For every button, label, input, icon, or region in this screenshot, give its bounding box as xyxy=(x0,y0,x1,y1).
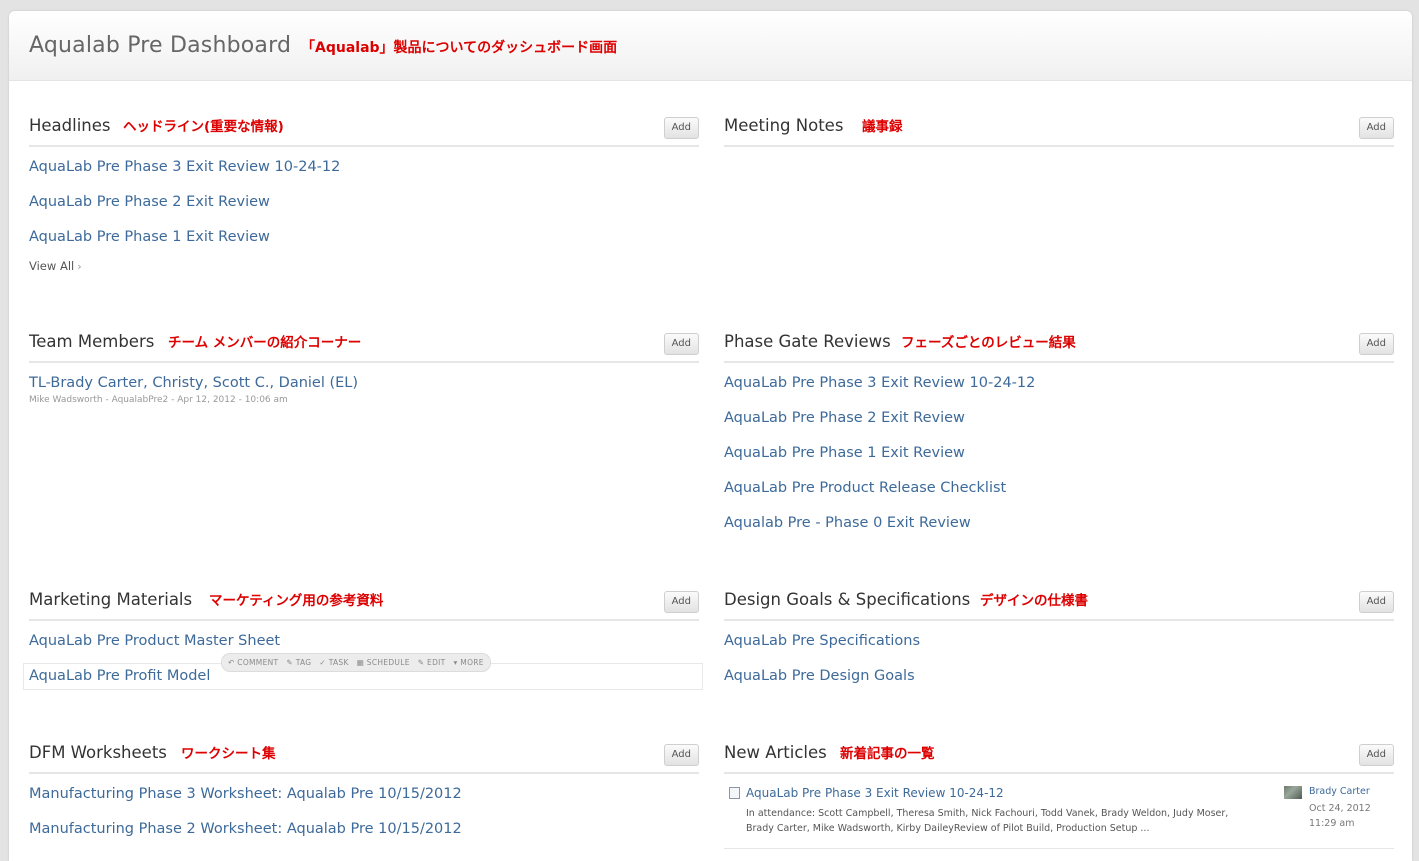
post-meta: Mike Wadsworth - AqualabPre2 - Apr 12, 2… xyxy=(29,395,288,405)
dashboard-card: Aqualab Pre Dashboard 「Aqualab」製品についてのダッ… xyxy=(9,11,1412,861)
panel-header: Marketing Materials マーケティング用の参考資料 Add xyxy=(29,585,699,621)
document-icon xyxy=(729,787,740,799)
panel-header: Team Members チーム メンバーの紹介コーナー Add xyxy=(29,327,699,363)
phase-gate-link[interactable]: Aqualab Pre - Phase 0 Exit Review xyxy=(724,506,1394,541)
panel-title: New Articles xyxy=(724,743,827,762)
marketing-panel: Marketing Materials マーケティング用の参考資料 Add Aq… xyxy=(23,585,703,694)
add-button[interactable]: Add xyxy=(663,744,699,766)
phase-gate-panel: Phase Gate Reviews フェーズごとのレビュー結果 Add Aqu… xyxy=(724,327,1394,541)
panel-annotation: ワークシート集 xyxy=(181,746,276,762)
panel-title: DFM Worksheets xyxy=(29,743,167,762)
task-action[interactable]: ✓ TASK xyxy=(319,645,348,680)
panel-annotation: デザインの仕様書 xyxy=(980,593,1088,609)
team-members-panel: Team Members チーム メンバーの紹介コーナー Add TL-Brad… xyxy=(29,327,699,405)
headline-link[interactable]: AquaLab Pre Phase 1 Exit Review xyxy=(29,220,699,255)
avatar[interactable] xyxy=(1284,786,1302,799)
headline-link[interactable]: AquaLab Pre Phase 2 Exit Review xyxy=(29,185,699,220)
article-author-link[interactable]: Brady Carter xyxy=(1309,786,1370,797)
dfm-link[interactable]: Manufacturing Phase 3 Worksheet: Aqualab… xyxy=(29,777,699,812)
headlines-panel: Headlines ヘッドライン(重要な情報) Add AquaLab Pre … xyxy=(29,111,699,274)
comment-action[interactable]: ↶ COMMENT xyxy=(228,645,278,680)
panel-title: Team Members xyxy=(29,332,155,351)
design-goals-link[interactable]: AquaLab Pre Specifications xyxy=(724,624,1394,659)
meeting-notes-panel: Meeting Notes 議事録 Add xyxy=(724,111,1394,147)
chevron-right-icon: › xyxy=(77,260,82,273)
panel-header: Phase Gate Reviews フェーズごとのレビュー結果 Add xyxy=(724,327,1394,363)
header-annotation: 「Aqualab」製品についてのダッシュボード画面 xyxy=(301,40,618,56)
add-button[interactable]: Add xyxy=(663,117,699,139)
comment-label: COMMENT xyxy=(237,658,279,667)
article-date-day: Oct 24, 2012 xyxy=(1309,803,1371,814)
panel-annotation: フェーズごとのレビュー結果 xyxy=(901,335,1076,351)
add-button[interactable]: Add xyxy=(663,591,699,613)
item-action-bar: ↶ COMMENT ✎ TAG ✓ TASK ▦ SCHEDULE ✎ EDIT… xyxy=(221,653,491,672)
phase-gate-list: AquaLab Pre Phase 3 Exit Review 10-24-12… xyxy=(724,363,1394,541)
schedule-label: SCHEDULE xyxy=(366,658,410,667)
panel-title: Design Goals & Specifications xyxy=(724,590,971,609)
panel-header: Meeting Notes 議事録 Add xyxy=(724,111,1394,147)
dfm-panel: DFM Worksheets ワークシート集 Add Manufacturing… xyxy=(29,738,699,847)
panel-annotation: マーケティング用の参考資料 xyxy=(209,593,384,609)
add-button[interactable]: Add xyxy=(1358,744,1394,766)
phase-gate-link[interactable]: AquaLab Pre Phase 1 Exit Review xyxy=(724,436,1394,471)
panel-header: Design Goals & Specifications デザインの仕様書 A… xyxy=(724,585,1394,621)
panel-title: Marketing Materials xyxy=(29,590,193,609)
panel-title: Meeting Notes xyxy=(724,116,844,135)
task-label: TASK xyxy=(328,658,349,667)
article-date-time: 11:29 am xyxy=(1309,818,1355,829)
article-item: AquaLab Pre Phase 3 Exit Review 10-24-12… xyxy=(724,774,1394,849)
tag-label: TAG xyxy=(295,658,312,667)
dashboard-header: Aqualab Pre Dashboard 「Aqualab」製品についてのダッ… xyxy=(9,11,1412,81)
panel-title: Headlines xyxy=(29,116,111,135)
panel-header: New Articles 新着記事の一覧 Add xyxy=(724,738,1394,774)
new-articles-panel: New Articles 新着記事の一覧 Add AquaLab Pre Pha… xyxy=(724,738,1394,849)
article-date: Oct 24, 2012 11:29 am xyxy=(1309,801,1379,831)
panel-title: Phase Gate Reviews xyxy=(724,332,891,351)
panel-annotation: ヘッドライン(重要な情報) xyxy=(123,119,284,135)
marketing-row-hovered[interactable]: AquaLab Pre Profit Model ↶ COMMENT ✎ TAG… xyxy=(23,653,703,694)
tag-action[interactable]: ✎ TAG xyxy=(286,645,311,680)
add-button[interactable]: Add xyxy=(1358,591,1394,613)
article-title-link[interactable]: AquaLab Pre Phase 3 Exit Review 10-24-12 xyxy=(746,786,1004,800)
page-title: Aqualab Pre Dashboard xyxy=(29,33,292,58)
add-button[interactable]: Add xyxy=(1358,117,1394,139)
marketing-list: AquaLab Pre Product Master Sheet AquaLab… xyxy=(23,621,703,694)
schedule-action[interactable]: ▦ SCHEDULE xyxy=(357,645,410,680)
phase-gate-link[interactable]: AquaLab Pre Phase 3 Exit Review 10-24-12 xyxy=(724,366,1394,401)
edit-label: EDIT xyxy=(427,658,446,667)
view-all-link[interactable]: View All › xyxy=(29,259,82,273)
headlines-list: AquaLab Pre Phase 3 Exit Review 10-24-12… xyxy=(29,147,699,255)
add-button[interactable]: Add xyxy=(1358,333,1394,355)
dfm-list: Manufacturing Phase 3 Worksheet: Aqualab… xyxy=(29,774,699,847)
phase-gate-link[interactable]: AquaLab Pre Product Release Checklist xyxy=(724,471,1394,506)
phase-gate-link[interactable]: AquaLab Pre Phase 2 Exit Review xyxy=(724,401,1394,436)
more-label: MORE xyxy=(460,658,484,667)
edit-action[interactable]: ✎ EDIT xyxy=(418,645,446,680)
panel-annotation: 議事録 xyxy=(862,119,903,135)
article-excerpt: In attendance: Scott Campbell, Theresa S… xyxy=(746,808,1229,834)
panel-annotation: 新着記事の一覧 xyxy=(840,746,935,762)
design-goals-link[interactable]: AquaLab Pre Design Goals xyxy=(724,659,1394,694)
panel-header: Headlines ヘッドライン(重要な情報) Add xyxy=(29,111,699,147)
add-button[interactable]: Add xyxy=(663,333,699,355)
panel-header: DFM Worksheets ワークシート集 Add xyxy=(29,738,699,774)
design-goals-list: AquaLab Pre Specifications AquaLab Pre D… xyxy=(724,621,1394,694)
design-goals-panel: Design Goals & Specifications デザインの仕様書 A… xyxy=(724,585,1394,694)
view-all-label: View All xyxy=(29,259,75,273)
dfm-link[interactable]: Manufacturing Phase 2 Worksheet: Aqualab… xyxy=(29,812,699,847)
headline-link[interactable]: AquaLab Pre Phase 3 Exit Review 10-24-12 xyxy=(29,150,699,185)
panel-annotation: チーム メンバーの紹介コーナー xyxy=(168,335,362,351)
more-action[interactable]: ▾ MORE xyxy=(454,645,484,680)
